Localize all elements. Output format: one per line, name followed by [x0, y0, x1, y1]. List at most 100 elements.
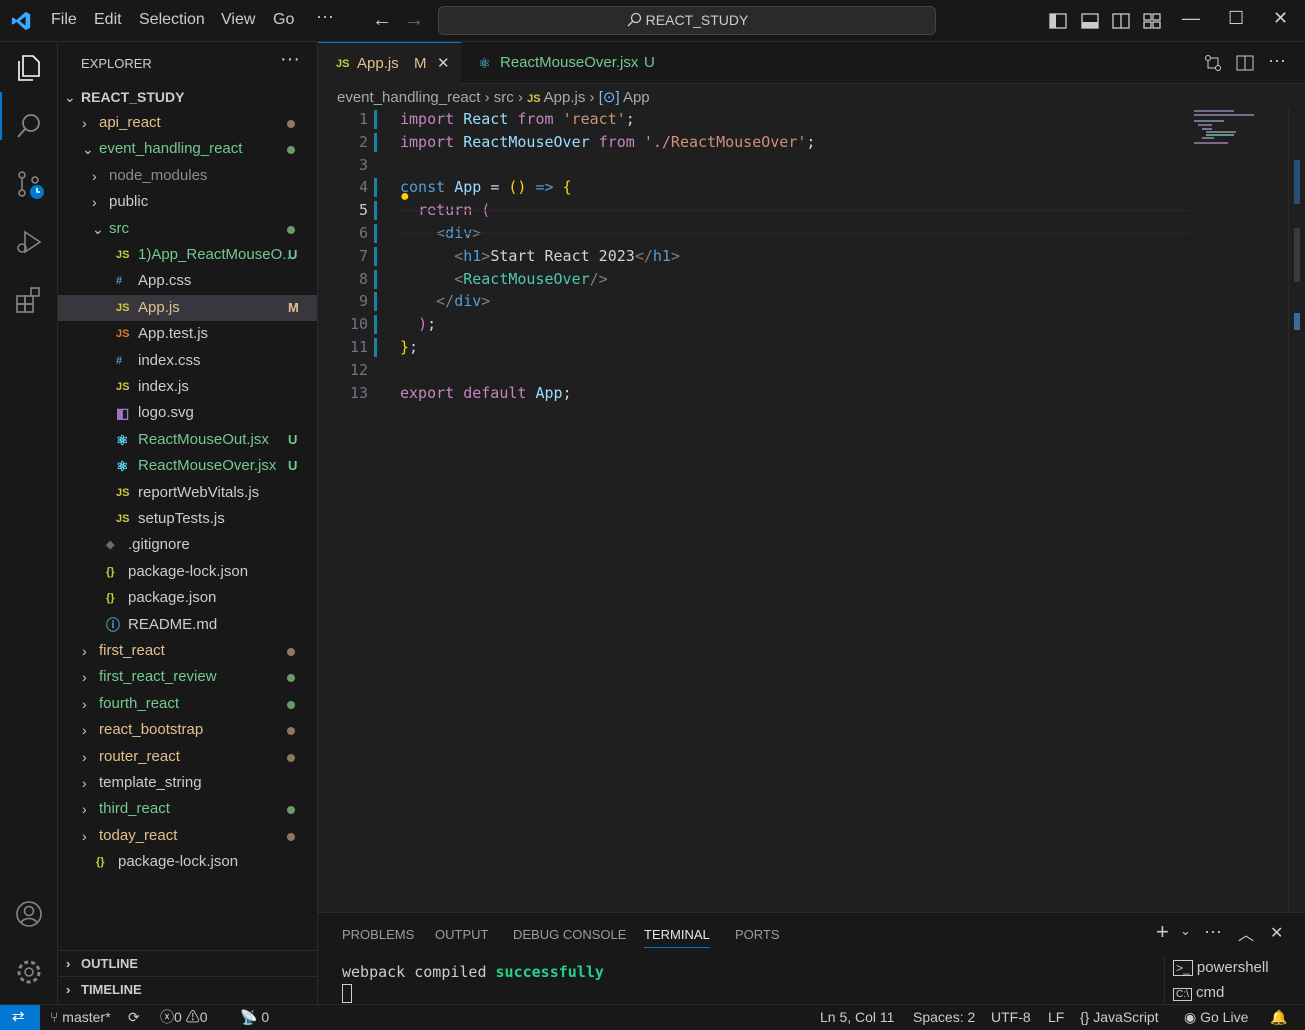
menu-view[interactable]: View [221, 11, 255, 29]
language-mode[interactable]: {} JavaScript [1080, 1005, 1159, 1029]
toggle-secondary-sidebar-icon[interactable] [1111, 11, 1131, 31]
customize-layout-icon[interactable] [1142, 11, 1162, 31]
editor-more-icon[interactable]: ··· [1268, 50, 1286, 71]
tree-folder[interactable]: › first_react [58, 638, 317, 664]
breadcrumb-file[interactable]: App.js [544, 89, 586, 106]
explorer-icon[interactable] [13, 52, 45, 84]
maximize-panel-icon[interactable]: ︿ [1238, 921, 1254, 945]
line-ending[interactable]: LF [1048, 1005, 1064, 1029]
settings-gear-icon[interactable] [13, 956, 45, 988]
menu-go[interactable]: Go [273, 11, 294, 29]
tree-folder[interactable]: › router_react [58, 744, 317, 770]
chevron-down-icon[interactable]: ⌄ [1180, 923, 1191, 939]
close-panel-icon[interactable]: ✕ [1270, 923, 1283, 943]
tree-file[interactable]: {} package-lock.json [58, 559, 317, 585]
go-live-button[interactable]: ◉ Go Live [1184, 1005, 1248, 1029]
toggle-primary-sidebar-icon[interactable] [1048, 11, 1068, 31]
maximize-icon[interactable]: ☐ [1228, 8, 1244, 29]
tree-folder[interactable]: › third_react [58, 796, 317, 822]
more-menu-icon[interactable]: ··· [316, 6, 334, 27]
code-line: 12 [318, 359, 1198, 382]
cursor-position[interactable]: Ln 5, Col 11 [820, 1005, 894, 1029]
tree-file[interactable]: ◧ logo.svg [58, 400, 317, 426]
search-icon[interactable] [13, 110, 45, 142]
bell-icon[interactable]: 🔔 [1270, 1005, 1287, 1029]
breadcrumb-src[interactable]: src [494, 89, 514, 106]
tree-folder[interactable]: › public [58, 189, 317, 215]
lightbulb-icon[interactable]: ● [400, 188, 410, 206]
tab-terminal[interactable]: TERMINAL [644, 927, 710, 948]
tab-app-js[interactable]: JS App.js M ✕ [318, 42, 461, 84]
minimize-icon[interactable]: — [1182, 8, 1200, 29]
workspace-root[interactable]: ⌄ REACT_STUDY [58, 84, 317, 110]
tree-file[interactable]: ⓘ README.md [58, 612, 317, 638]
tree-folder[interactable]: › react_bootstrap [58, 717, 317, 743]
tree-file[interactable]: JS App.js M [58, 294, 317, 321]
extensions-icon[interactable] [13, 284, 45, 316]
tree-folder[interactable]: › node_modules [58, 163, 317, 189]
panel-more-icon[interactable]: ··· [1204, 921, 1222, 942]
tree-file[interactable]: JS index.js [58, 374, 317, 400]
tree-file[interactable]: JS App.test.js [58, 321, 317, 347]
ports-indicator[interactable]: 📡 0 [240, 1005, 269, 1029]
tree-folder[interactable]: › first_react_review [58, 664, 317, 690]
terminal-output[interactable]: webpack compiled successfully [342, 963, 604, 1003]
tree-file[interactable]: # App.css [58, 268, 317, 294]
problems-indicator[interactable]: ⓧ0 ⚠0 [160, 1005, 207, 1029]
terminal-item-powershell[interactable]: >_ powershell [1173, 959, 1269, 976]
toggle-panel-icon[interactable] [1080, 11, 1100, 31]
tree-file[interactable]: JS setupTests.js [58, 506, 317, 532]
terminal-item-cmd[interactable]: C:\ cmd [1173, 984, 1224, 1001]
tab-reactmouseover[interactable]: ⚛ ReactMouseOver.jsx U [462, 42, 672, 84]
accounts-icon[interactable] [13, 898, 45, 930]
tree-folder[interactable]: › today_react [58, 823, 317, 849]
sync-icon[interactable]: ⟳ [128, 1005, 140, 1029]
outline-section[interactable]: › OUTLINE [58, 950, 317, 976]
tab-problems[interactable]: PROBLEMS [342, 927, 414, 942]
split-editor-icon[interactable] [1236, 54, 1254, 72]
tree-folder[interactable]: ⌄ src [58, 216, 317, 242]
encoding[interactable]: UTF-8 [991, 1005, 1031, 1029]
tree-file[interactable]: {} package.json [58, 585, 317, 611]
menu-selection[interactable]: Selection [139, 11, 205, 29]
close-window-icon[interactable]: ✕ [1273, 8, 1288, 29]
compare-changes-icon[interactable] [1204, 54, 1222, 72]
breadcrumb-symbol[interactable]: App [623, 89, 650, 106]
new-terminal-icon[interactable]: + [1156, 919, 1169, 945]
tree-file[interactable]: {} package-lock.json [58, 849, 317, 875]
tree-folder[interactable]: › api_react [58, 110, 317, 136]
bottom-panel: PROBLEMS OUTPUT DEBUG CONSOLE TERMINAL P… [318, 912, 1305, 1005]
line-number: 10 [349, 315, 368, 334]
vertical-scrollbar[interactable] [1288, 108, 1305, 912]
tab-ports[interactable]: PORTS [735, 927, 780, 942]
tree-file[interactable]: ◆ .gitignore [58, 532, 317, 558]
back-arrow-icon[interactable]: ← [372, 9, 392, 32]
tree-folder[interactable]: › fourth_react [58, 691, 317, 717]
breadcrumb-folder[interactable]: event_handling_react [337, 89, 480, 106]
menu-file[interactable]: File [51, 11, 77, 29]
command-center-search[interactable]: REACT_STUDY [438, 6, 936, 35]
tree-file[interactable]: JS reportWebVitals.js [58, 480, 317, 506]
remote-indicator[interactable]: ⇄ [0, 1005, 40, 1030]
timeline-section[interactable]: › TIMELINE [58, 976, 317, 1002]
branch-indicator[interactable]: ⑂ master* [50, 1005, 111, 1029]
tree-file[interactable]: JS 1)App_ReactMouseO... U [58, 242, 317, 268]
source-control-icon[interactable] [13, 168, 45, 200]
code-token: ; [806, 132, 816, 151]
run-debug-icon[interactable] [13, 226, 45, 258]
tree-file[interactable]: ⚛ ReactMouseOut.jsx U [58, 427, 317, 453]
tree-file[interactable]: # index.css [58, 348, 317, 374]
tab-output[interactable]: OUTPUT [435, 927, 488, 942]
minimap[interactable] [1192, 108, 1286, 144]
forward-arrow-icon[interactable]: → [404, 9, 424, 32]
indentation[interactable]: Spaces: 2 [913, 1005, 975, 1029]
tab-debug-console[interactable]: DEBUG CONSOLE [513, 927, 626, 942]
menu-edit[interactable]: Edit [94, 11, 122, 29]
tree-file[interactable]: ⚛ ReactMouseOver.jsx U [58, 453, 317, 479]
code-line: 7 <h1>Start React 2023</h1> [318, 245, 1198, 268]
explorer-more-icon[interactable]: ··· [280, 48, 300, 71]
tree-folder[interactable]: › template_string [58, 770, 317, 796]
tree-folder[interactable]: ⌄ event_handling_react [58, 136, 317, 162]
close-tab-icon[interactable]: ✕ [437, 43, 450, 85]
